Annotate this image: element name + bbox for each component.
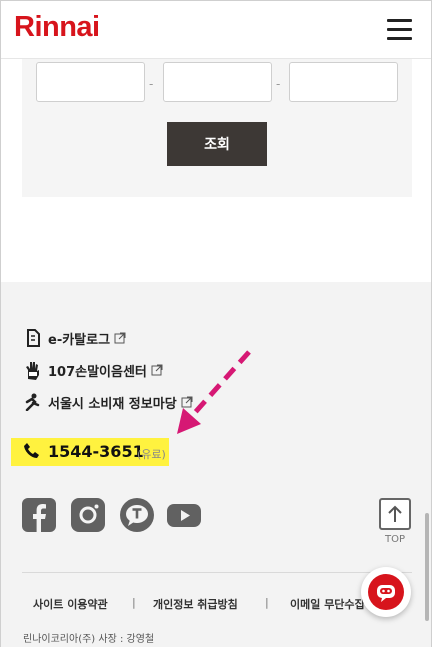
phone-field-1[interactable]: [36, 62, 145, 102]
phone-paid-note: (유료): [137, 448, 166, 461]
company-info: 린나이코리아(주) 사장 : 강영철: [23, 634, 155, 645]
catalog-link-label: e-카탈로그: [48, 332, 111, 348]
sign-language-center-label: 107손말이음센터: [48, 364, 147, 380]
chatbot-button[interactable]: [361, 567, 411, 617]
search-button[interactable]: 조회: [167, 122, 267, 166]
instagram-icon[interactable]: [71, 498, 105, 532]
lookup-panel: - - 조회: [22, 59, 412, 197]
field-separator: -: [149, 77, 154, 91]
consumer-info-label: 서울시 소비재 정보마당: [48, 396, 177, 412]
sign-language-center-link[interactable]: 107손말이음센터: [23, 358, 163, 382]
chatbot-icon: [368, 574, 404, 610]
policy-separator: |: [132, 596, 136, 609]
page-scrollbar[interactable]: [425, 513, 429, 621]
top-label: TOP: [384, 534, 405, 545]
rinnai-logo[interactable]: Rinnai: [14, 11, 100, 44]
menu-icon[interactable]: [387, 19, 412, 41]
consumer-info-link[interactable]: 서울시 소비재 정보마당: [23, 390, 193, 414]
privacy-policy-link[interactable]: 개인정보 취급방침: [153, 596, 238, 612]
phone-field-3[interactable]: [289, 62, 398, 102]
field-separator: -: [276, 77, 281, 91]
talk-icon[interactable]: [120, 498, 154, 532]
terms-link[interactable]: 사이트 이용약관: [33, 596, 108, 612]
catalog-link[interactable]: e-카탈로그: [23, 326, 126, 350]
site-header: Rinnai: [1, 1, 431, 59]
facebook-icon[interactable]: [22, 498, 56, 532]
annotation-arrow-icon: [177, 350, 251, 434]
phone-field-2[interactable]: [163, 62, 272, 102]
phone-icon: [24, 443, 39, 458]
phone-number: 1544-3651: [48, 442, 144, 461]
customer-phone[interactable]: 1544-3651 (유료): [11, 438, 169, 466]
external-link-icon: [151, 364, 163, 376]
email-collection-link[interactable]: 이메일 무단수집: [290, 596, 365, 612]
arrow-up-icon: [388, 505, 402, 522]
catalog-icon: [23, 328, 43, 348]
policy-separator: |: [265, 596, 269, 609]
footer-divider: [22, 572, 412, 573]
youtube-icon[interactable]: [167, 498, 201, 532]
scroll-top-button[interactable]: TOP: [378, 498, 412, 548]
external-link-icon: [114, 332, 126, 344]
sign-language-icon: [23, 360, 43, 380]
info-figure-icon: [23, 392, 43, 412]
